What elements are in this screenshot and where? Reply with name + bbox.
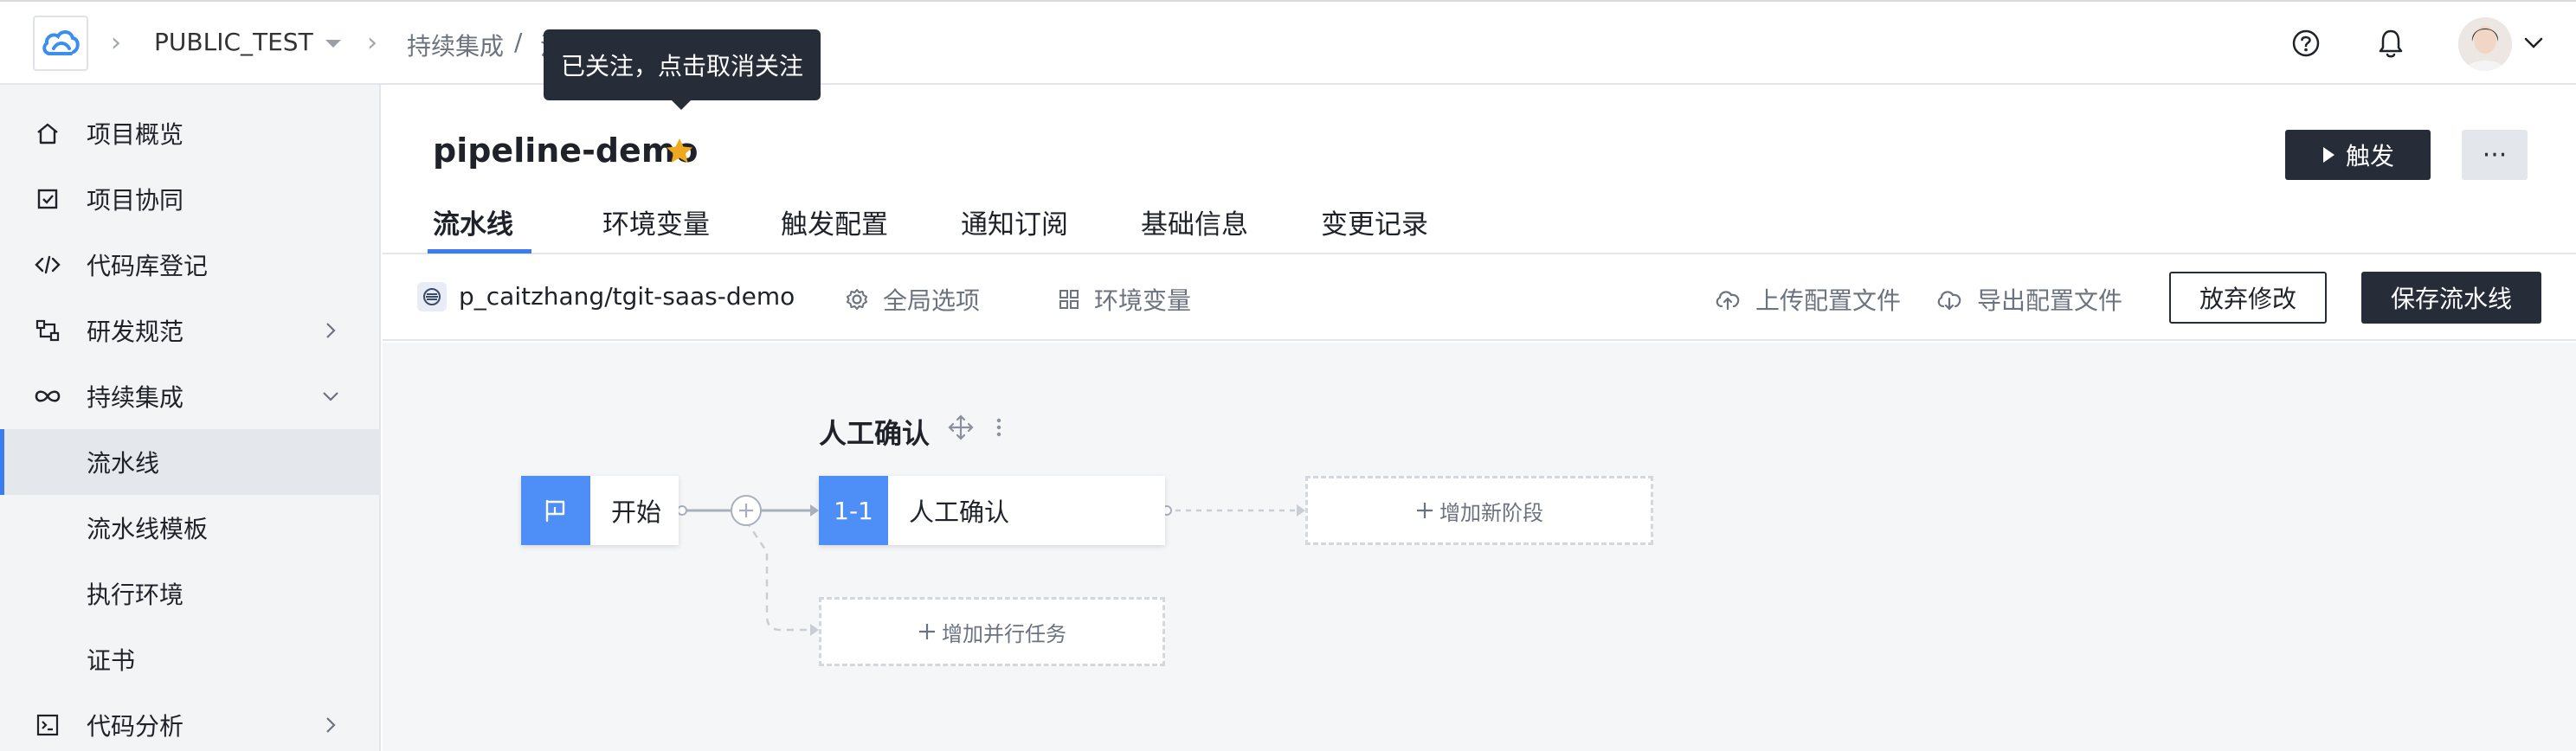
start-node-label: 开始 [611, 497, 662, 527]
move-icon[interactable] [947, 414, 975, 445]
add-node-button[interactable] [731, 495, 762, 526]
plus-icon [1417, 503, 1433, 518]
tooltip-arrow [672, 100, 691, 110]
plus-icon [739, 504, 753, 517]
flag-icon [521, 476, 590, 545]
add-stage-label: 增加新阶段 [1439, 500, 1543, 525]
add-stage-button[interactable]: 增加新阶段 [1305, 476, 1653, 545]
job-node[interactable]: 1-1 人工确认 [819, 476, 1165, 545]
job-index-badge: 1-1 [819, 476, 888, 545]
follow-tooltip: 已关注，点击取消关注 [544, 29, 821, 100]
pipeline-connectors [677, 504, 1305, 636]
stage-title[interactable]: 人工确认 [819, 412, 930, 452]
add-parallel-label: 增加并行任务 [942, 621, 1066, 646]
start-node[interactable]: 开始 [521, 476, 679, 545]
plus-icon [919, 624, 935, 639]
job-node-label: 人工确认 [909, 497, 1010, 527]
more-vertical-icon[interactable] [994, 414, 1004, 445]
add-parallel-job-button[interactable]: 增加并行任务 [819, 597, 1165, 666]
